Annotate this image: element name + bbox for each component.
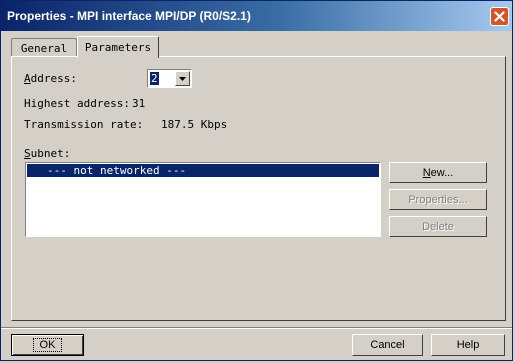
new-button-label-rest: ew... (430, 166, 454, 179)
address-label-accel: A (24, 72, 31, 85)
ok-button-label: OK (32, 338, 63, 352)
ok-button[interactable]: OK (11, 334, 84, 356)
properties-button[interactable]: Properties... (389, 189, 487, 210)
delete-button-label: Delete (422, 220, 454, 233)
tab-general-label: General (20, 41, 68, 55)
properties-button-label: Properties... (408, 193, 468, 206)
dialog-title: Properties - MPI interface MPI/DP (R0/S2… (7, 9, 251, 23)
cancel-button-label: Cancel (370, 339, 405, 351)
subnet-label: Subnet: (24, 147, 70, 160)
subnet-list[interactable]: --- not networked --- (25, 162, 381, 237)
new-button[interactable]: New... (389, 162, 487, 183)
properties-dialog: Properties - MPI interface MPI/DP (R0/S2… (0, 0, 513, 361)
cancel-button[interactable]: Cancel (352, 334, 423, 356)
highest-address-value: 31 (132, 97, 146, 110)
help-button-label: Help (456, 339, 480, 351)
new-button-label: New... (423, 167, 454, 179)
help-button[interactable]: Help (431, 334, 505, 356)
close-button[interactable] (490, 7, 509, 26)
address-select[interactable]: 2 (147, 69, 192, 88)
new-button-accel: N (422, 166, 431, 179)
address-label-rest: ddress: (30, 72, 77, 85)
highest-address-label: Highest address: (24, 97, 130, 110)
tab-parameters[interactable]: Parameters (77, 36, 159, 58)
footer-separator (1, 327, 512, 329)
close-icon (494, 11, 505, 22)
tab-parameters-label: Parameters (84, 41, 152, 54)
transmission-rate-label: Transmission rate: (24, 118, 144, 131)
subnet-label-accel: S (24, 147, 31, 160)
chevron-down-icon (179, 76, 186, 81)
transmission-rate-value: 187.5 Kbps (161, 118, 228, 131)
address-label: Address: (24, 72, 77, 85)
address-dropdown-button[interactable] (175, 71, 190, 86)
title-bar[interactable]: Properties - MPI interface MPI/DP (R0/S2… (1, 1, 512, 31)
subnet-list-item[interactable]: --- not networked --- (27, 164, 379, 177)
address-value: 2 (150, 72, 159, 85)
delete-button[interactable]: Delete (389, 216, 487, 237)
subnet-label-rest: ubnet: (30, 147, 71, 160)
tab-general[interactable]: General (11, 38, 77, 57)
